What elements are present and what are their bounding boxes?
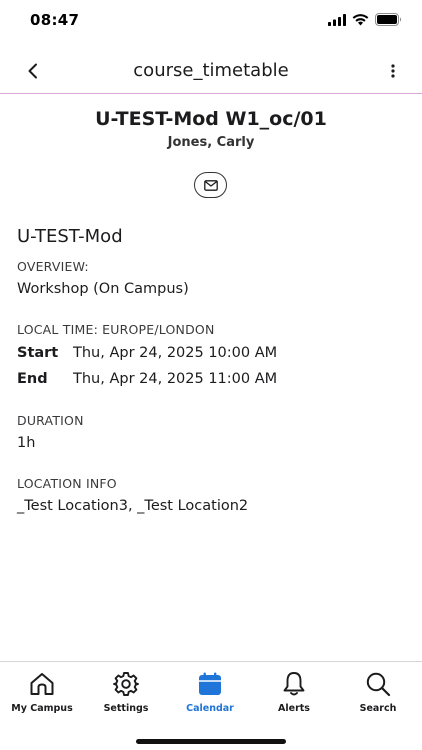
nav-bar: course_timetable — [0, 48, 422, 94]
tab-label: Calendar — [186, 703, 234, 714]
tab-my-campus[interactable]: My Campus — [0, 670, 84, 720]
gear-icon — [113, 672, 139, 696]
tab-label: Alerts — [278, 703, 310, 714]
back-button[interactable] — [20, 58, 46, 84]
search-icon — [366, 672, 391, 697]
status-time: 08:47 — [30, 11, 80, 29]
location-label: LOCATION INFO — [17, 476, 117, 491]
tab-label: Search — [359, 703, 397, 714]
calendar-icon — [199, 672, 221, 695]
email-lecturer-button[interactable] — [194, 172, 227, 198]
tab-calendar[interactable]: Calendar — [168, 670, 252, 720]
mail-icon — [203, 179, 218, 191]
tab-bar: My Campus Settings Calendar Alerts Searc… — [0, 661, 422, 750]
end-label: End — [17, 371, 48, 387]
more-vertical-icon — [391, 64, 395, 78]
battery-icon — [375, 13, 402, 26]
wifi-icon — [352, 13, 369, 25]
chevron-left-icon — [28, 63, 37, 79]
local-time-label: LOCAL TIME: EUROPE/LONDON — [17, 322, 215, 337]
tab-label: My Campus — [11, 703, 73, 714]
start-value: Thu, Apr 24, 2025 10:00 AM — [73, 345, 278, 361]
start-label: Start — [17, 345, 59, 361]
module-heading: U-TEST-Mod — [17, 226, 123, 247]
overview-value: Workshop (On Campus) — [17, 281, 189, 297]
tab-label: Settings — [103, 703, 149, 714]
overview-label: OVERVIEW: — [17, 259, 89, 274]
duration-label: DURATION — [17, 413, 84, 428]
event-lecturer: Jones, Carly — [167, 135, 255, 150]
duration-value: 1h — [17, 435, 36, 451]
event-title: U-TEST-Mod W1_oc/01 — [95, 108, 327, 130]
more-options-button[interactable] — [386, 59, 400, 83]
status-bar: 08:47 — [0, 0, 422, 44]
bell-icon — [283, 672, 305, 696]
cellular-signal-icon — [328, 13, 346, 26]
status-icons — [328, 13, 402, 26]
tab-settings[interactable]: Settings — [84, 670, 168, 720]
home-icon — [30, 673, 54, 695]
home-indicator[interactable] — [136, 739, 286, 744]
page-title: course_timetable — [133, 60, 289, 81]
tab-search[interactable]: Search — [336, 670, 420, 720]
end-value: Thu, Apr 24, 2025 11:00 AM — [73, 371, 278, 387]
tab-alerts[interactable]: Alerts — [252, 670, 336, 720]
location-value: _Test Location3, _Test Location2 — [17, 498, 249, 514]
